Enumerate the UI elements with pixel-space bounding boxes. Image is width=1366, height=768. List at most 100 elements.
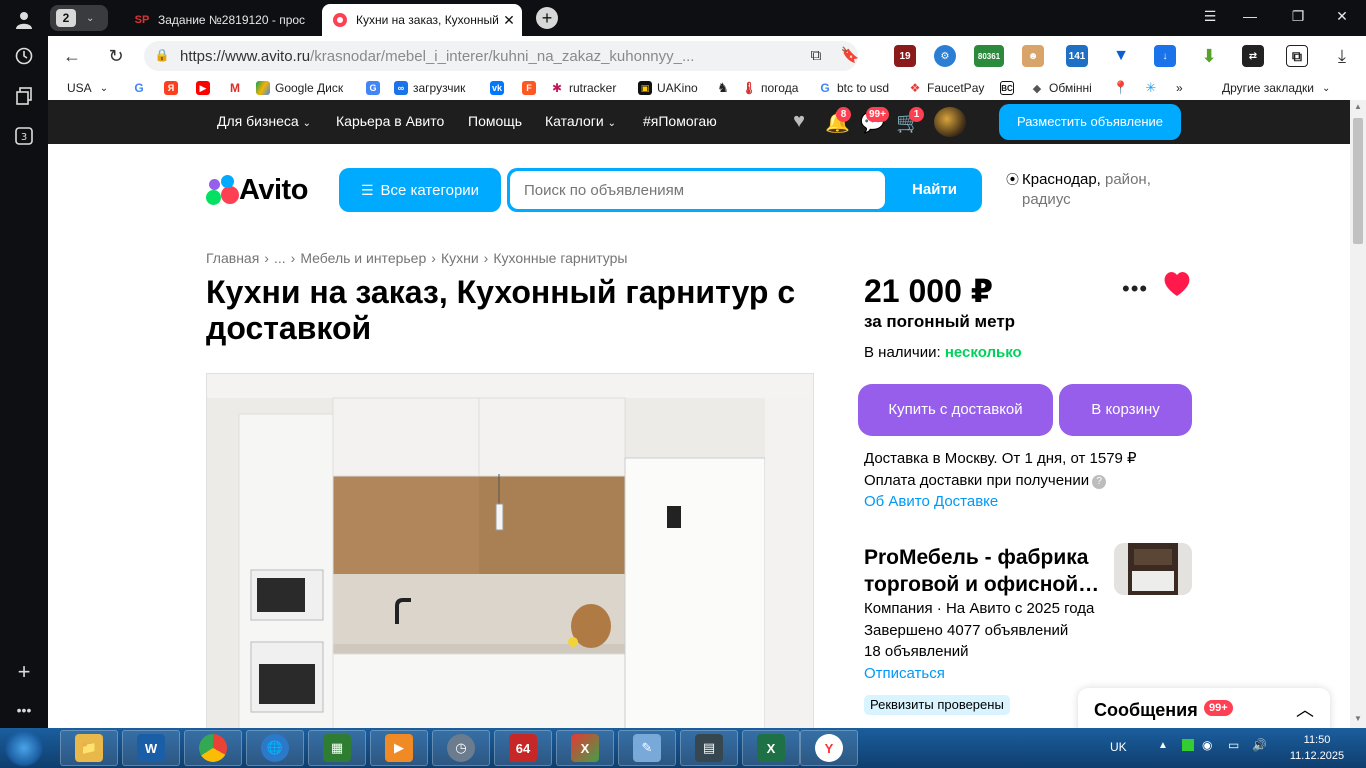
reload-icon[interactable]: ↻ (104, 44, 128, 68)
scroll-up-icon[interactable]: ▲ (1354, 102, 1362, 111)
breadcrumb-kitchen-sets[interactable]: Кухонные гарнитуры (493, 250, 627, 266)
post-ad-button[interactable]: Разместить объявление (999, 104, 1181, 140)
taskbar-explorer[interactable]: 📁 (60, 730, 118, 766)
location-selector[interactable]: ⦿ Краснодар, район, радиус (1006, 170, 1186, 210)
taskbar-notepad[interactable]: ✎ (618, 730, 676, 766)
bookmark-bc[interactable]: BC (1000, 80, 1019, 96)
nav-catalogs[interactable]: Каталоги ⌄ (545, 113, 616, 129)
bookmark-zagruzchik[interactable]: ∞ загрузчик (394, 80, 465, 96)
bookmark-translate[interactable]: G (366, 80, 385, 96)
extension-icon[interactable]: ☻ (1022, 45, 1044, 67)
unsubscribe-link[interactable]: Отписаться (864, 665, 945, 682)
scrollbar-thumb[interactable] (1353, 118, 1363, 244)
seller-name[interactable]: ProМебель - фабрика торговой и офисной… (864, 544, 1104, 598)
extensions-icon[interactable]: ⧉ (1286, 45, 1308, 67)
history-icon[interactable] (12, 44, 36, 68)
taskbar-excel[interactable]: X (742, 730, 800, 766)
bookmark-maps[interactable]: 📍 (1113, 80, 1133, 96)
about-delivery-link[interactable]: Об Авито Доставке (864, 493, 998, 510)
breadcrumb-kitchens[interactable]: Кухни (441, 250, 479, 266)
other-bookmarks[interactable]: Другие закладки ⌄ (1222, 80, 1330, 96)
taskbar-calculator[interactable]: ▦ (308, 730, 366, 766)
help-question-icon[interactable]: ? (1092, 474, 1107, 489)
bookmark-google[interactable]: G (132, 80, 151, 96)
taskbar-wise[interactable]: W (122, 730, 180, 766)
tab-avito[interactable]: Кухни на заказ, Кухонный ✕ (322, 4, 522, 36)
extension-icon[interactable]: 141 (1066, 45, 1088, 67)
collections-icon[interactable] (12, 84, 36, 108)
back-icon[interactable]: ← (60, 44, 84, 68)
avatar[interactable] (934, 107, 966, 137)
tab-count-button[interactable]: 2 ⌄ (50, 5, 108, 31)
taskbar-xapp[interactable]: X (556, 730, 614, 766)
bookmark-uakino[interactable]: ▣ UAKino (638, 80, 698, 96)
favorite-heart-icon[interactable] (1162, 270, 1194, 302)
close-tab-icon[interactable]: ✕ (500, 12, 518, 29)
start-button-icon[interactable] (4, 729, 44, 767)
bookmark-chess[interactable]: ♞ (716, 80, 735, 96)
add-to-cart-button[interactable]: В корзину (1059, 384, 1192, 436)
nav-ya-pomogayu[interactable]: #яПомогаю (643, 113, 717, 129)
url-field[interactable]: 🔒 https://www.avito.ru/krasnodar/mebel_i… (144, 41, 858, 71)
taskbar-clock[interactable]: ◷ (432, 730, 490, 766)
bookmark-youtube[interactable]: ▶ (196, 80, 215, 96)
language-indicator[interactable]: UK (1110, 740, 1127, 754)
messages-panel[interactable]: Сообщения 99+ ︿ (1078, 688, 1330, 728)
bookmark-star[interactable]: ✳ (1144, 80, 1163, 96)
extension-icon[interactable]: ⬇ (1198, 45, 1220, 67)
more-options-icon[interactable]: ••• (1122, 276, 1148, 302)
seller-image[interactable] (1114, 543, 1192, 595)
menu-icon[interactable]: ☰ (1200, 8, 1220, 28)
taskbar-media[interactable]: ▶ (370, 730, 428, 766)
tab-groups-icon[interactable]: 3 (12, 124, 36, 148)
volume-icon[interactable]: 🔊 (1252, 738, 1267, 752)
chevron-up-icon[interactable]: ︿ (1296, 696, 1314, 722)
share-icon[interactable]: ⧉ (804, 44, 828, 68)
close-window-icon[interactable]: ✕ (1332, 8, 1352, 28)
bookmarks-overflow[interactable]: » (1176, 80, 1183, 96)
new-tab-button[interactable]: + (536, 7, 558, 29)
taskbar-64[interactable]: 64 (494, 730, 552, 766)
all-categories-button[interactable]: ☰ Все категории (339, 168, 501, 212)
tray-app-icon[interactable]: ◉ (1202, 738, 1212, 752)
restore-icon[interactable]: ❐ (1288, 8, 1308, 28)
add-panel-icon[interactable]: + (12, 659, 36, 684)
breadcrumb-home[interactable]: Главная (206, 250, 259, 266)
bookmark-google-drive[interactable]: Google Диск (256, 80, 343, 96)
search-button[interactable]: Найти (887, 168, 982, 212)
nav-career[interactable]: Карьера в Авито (336, 113, 444, 129)
bookmark-pogoda[interactable]: 🌡 погода (741, 80, 798, 96)
page-scrollbar[interactable]: ▲ ▼ (1350, 100, 1366, 728)
search-input[interactable] (510, 171, 885, 209)
extension-icon[interactable]: ▼ (1110, 45, 1132, 67)
download-icon[interactable]: ↓ (1154, 45, 1176, 67)
network-tray-icon[interactable]: ▭ (1228, 738, 1239, 752)
bookmark-btc[interactable]: Gbtc to usd (818, 80, 889, 96)
nav-help[interactable]: Помощь (468, 113, 522, 129)
favorites-heart-icon[interactable]: ♥ (787, 110, 811, 134)
bookmark-usa[interactable]: USA ⌄ (67, 80, 108, 96)
bookmark-yandex[interactable]: Я (164, 80, 183, 96)
breadcrumb-ellipsis[interactable]: ... (274, 250, 286, 266)
bookmark-rutracker[interactable]: ✱ rutracker (550, 80, 616, 96)
extension-icon[interactable]: ⇄ (1242, 45, 1264, 67)
tray-app-icon[interactable] (1182, 739, 1194, 751)
scroll-down-icon[interactable]: ▼ (1354, 714, 1362, 723)
taskbar-network[interactable]: 🌐 (246, 730, 304, 766)
taskbar-yandex-browser[interactable]: Y (800, 730, 858, 766)
bookmark-icon[interactable]: 🔖 (838, 44, 862, 68)
bookmark-f[interactable]: F (522, 80, 541, 96)
extension-icon[interactable]: 80361 (974, 45, 1004, 67)
bookmark-obminni[interactable]: ◆ Обмінні (1030, 80, 1092, 96)
extension-icon[interactable]: ⚙ (934, 45, 956, 67)
bookmark-vk[interactable]: vk (490, 80, 509, 96)
system-clock[interactable]: 11:50 11.12.2025 (1282, 732, 1352, 764)
buy-with-delivery-button[interactable]: Купить с доставкой (858, 384, 1053, 436)
taskbar-chrome[interactable] (184, 730, 242, 766)
profile-icon[interactable] (12, 8, 36, 32)
more-icon[interactable]: ••• (12, 698, 36, 722)
tab-zadanie[interactable]: SP Задание №2819120 - прос (124, 4, 320, 36)
bookmark-gmail[interactable]: M (228, 80, 247, 96)
downloads-icon[interactable]: ⤓ (1330, 44, 1354, 68)
bookmark-faucetpay[interactable]: ❖ FaucetPay (908, 80, 985, 96)
